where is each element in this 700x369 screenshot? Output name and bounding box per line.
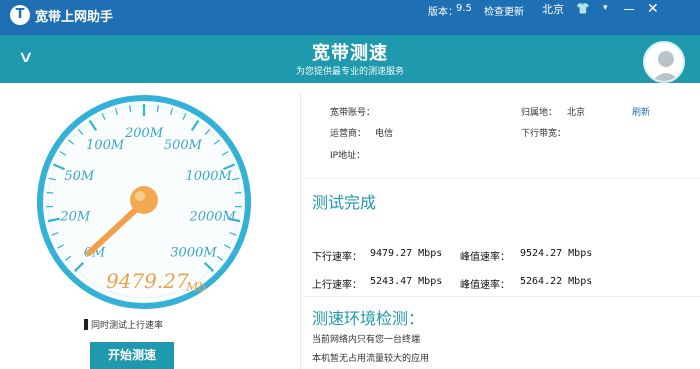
start-test-button[interactable]: 开始测速 bbox=[90, 342, 174, 369]
minimize-button[interactable]: － bbox=[622, 0, 636, 20]
title-bar: T 宽带上网助手 版本： 9.5 检查更新 北京 👕 ▾ － ✕ bbox=[0, 0, 700, 35]
upload-speed-label: 上行速率： bbox=[312, 280, 362, 291]
user-silhouette-icon bbox=[652, 51, 680, 81]
result-separator bbox=[304, 296, 700, 297]
upload-peak-label: 峰值速率： bbox=[460, 280, 510, 291]
environment-line-2: 本机暂无占用流量较大的应用 bbox=[312, 354, 430, 364]
upload-peak-value: 5264.22 Mbps bbox=[520, 276, 593, 287]
user-avatar[interactable] bbox=[643, 41, 685, 83]
gauge-hub-highlight bbox=[135, 191, 145, 201]
city-selector[interactable]: 北京 bbox=[542, 1, 564, 17]
account-label: 宽带账号： bbox=[330, 108, 376, 118]
gauge-tick-label: 20M bbox=[59, 210, 91, 225]
download-peak-label: 峰值速率： bbox=[460, 252, 510, 263]
region-label: 归属地： bbox=[521, 108, 558, 118]
version-label: 版本： bbox=[428, 7, 458, 18]
version-number: 9.5 bbox=[456, 3, 472, 14]
panel-divider bbox=[300, 92, 301, 369]
gauge-tick-label: 3000M bbox=[170, 245, 217, 260]
gauge-minor-tick bbox=[234, 191, 242, 194]
isp-label: 运营商： bbox=[330, 129, 367, 139]
download-speed-label: 下行速率： bbox=[312, 252, 362, 263]
page-header: ∨ 宽带测速 为您提供最专业的测速服务 bbox=[0, 35, 700, 83]
speed-gauge: 0M20M50M100M200M500M1000M2000M3000M 9479… bbox=[37, 95, 251, 309]
check-update-link[interactable]: 检查更新 bbox=[484, 3, 524, 18]
skin-shirt-icon[interactable]: 👕 bbox=[576, 2, 590, 15]
gauge-tick-label: 100M bbox=[86, 138, 125, 153]
isp-value: 电信 bbox=[375, 129, 394, 139]
refresh-link[interactable]: 刷新 bbox=[632, 105, 650, 118]
upload-speed-value: 5243.47 Mbps bbox=[370, 276, 443, 287]
gauge-minor-tick bbox=[46, 191, 54, 194]
gauge-tick-label: 2000M bbox=[188, 210, 236, 225]
gauge-tick-label: 200M bbox=[124, 126, 164, 141]
gauge-reading: 9479.27 bbox=[106, 269, 189, 293]
gauge-tick-label: 500M bbox=[164, 138, 203, 153]
environment-line-1: 当前网络内只有您一台终端 bbox=[312, 335, 421, 345]
downlink-bandwidth-label: 下行带宽： bbox=[521, 129, 567, 139]
info-separator bbox=[304, 178, 700, 179]
environment-check-title: 测速环境检测： bbox=[312, 309, 425, 328]
result-title: 测试完成 bbox=[312, 193, 377, 212]
region-value: 北京 bbox=[567, 108, 586, 118]
close-button[interactable]: ✕ bbox=[647, 1, 659, 17]
page-subtitle: 为您提供最专业的测速服务 bbox=[295, 67, 404, 77]
gauge-tick-label: 50M bbox=[64, 169, 95, 184]
app-logo-icon: T bbox=[10, 5, 30, 25]
page-title: 宽带测速 bbox=[312, 43, 388, 64]
ip-label: IP地址： bbox=[330, 151, 366, 161]
gauge-reading-unit: Mb bbox=[185, 280, 206, 294]
app-title: 宽带上网助手 bbox=[35, 10, 114, 25]
gauge-tick-label: 1000M bbox=[185, 169, 232, 184]
menu-dropdown-icon[interactable]: ▾ bbox=[603, 3, 608, 13]
download-peak-value: 9524.27 Mbps bbox=[520, 248, 593, 259]
concurrent-upload-label: 同时测试上行速率 bbox=[91, 321, 164, 331]
concurrent-upload-checkbox[interactable]: 同时测试上行速率 bbox=[84, 318, 163, 331]
checkbox-marker-icon[interactable] bbox=[84, 319, 88, 330]
download-speed-value: 9479.27 Mbps bbox=[370, 248, 443, 259]
gauge-hub bbox=[130, 186, 158, 214]
